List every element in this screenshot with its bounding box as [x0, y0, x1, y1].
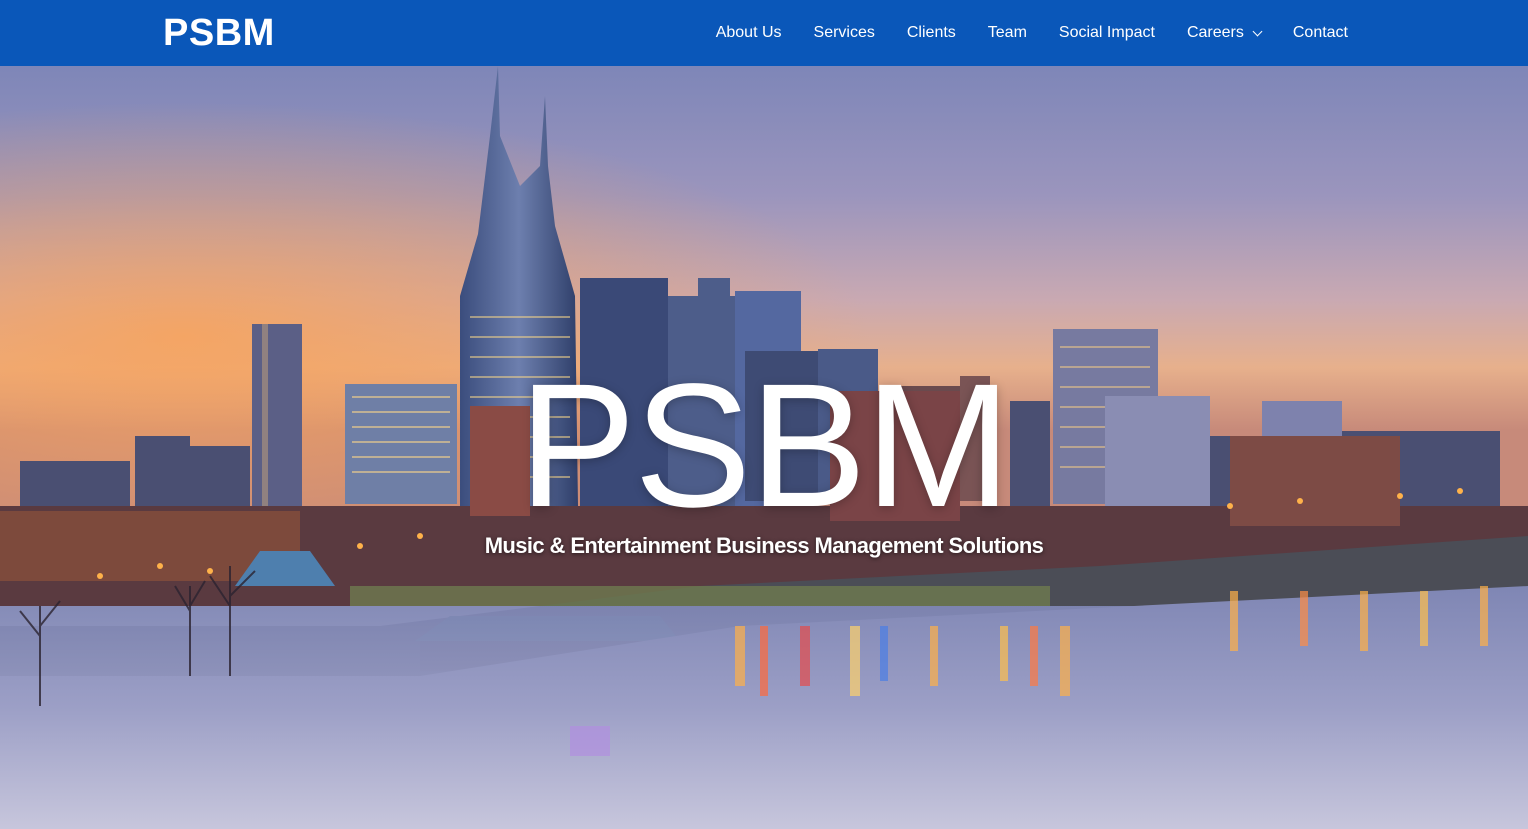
hero-title: PSBM: [518, 348, 1012, 544]
nav-label: Clients: [906, 24, 956, 41]
nav-clients[interactable]: Clients: [907, 24, 956, 42]
nav-label: About Us: [715, 24, 782, 41]
nav-label: Team: [987, 24, 1027, 41]
hero-subtitle: Music & Entertainment Business Managemen…: [484, 533, 1044, 558]
nav-label: Careers: [1186, 24, 1244, 41]
nav-contact[interactable]: Contact: [1293, 24, 1348, 42]
nav-about-us[interactable]: About Us: [716, 24, 782, 42]
nav-label: Social Impact: [1058, 24, 1155, 41]
nav-services[interactable]: Services: [814, 24, 875, 42]
nav-label: Contact: [1292, 24, 1348, 41]
site-logo[interactable]: PSBM: [163, 11, 275, 55]
nav-careers[interactable]: Careers: [1186, 24, 1263, 42]
nav-label: Services: [813, 24, 875, 41]
nav-social-impact[interactable]: Social Impact: [1059, 24, 1155, 42]
hero-section: PSBM Music & Entertainment Business Mana…: [0, 66, 1528, 829]
nav-team[interactable]: Team: [988, 24, 1027, 42]
main-nav: About Us Services Clients Team Social Im…: [716, 0, 1348, 66]
site-header: PSBM About Us Services Clients Team Soci…: [0, 0, 1528, 66]
chevron-down-icon: [1252, 26, 1263, 36]
